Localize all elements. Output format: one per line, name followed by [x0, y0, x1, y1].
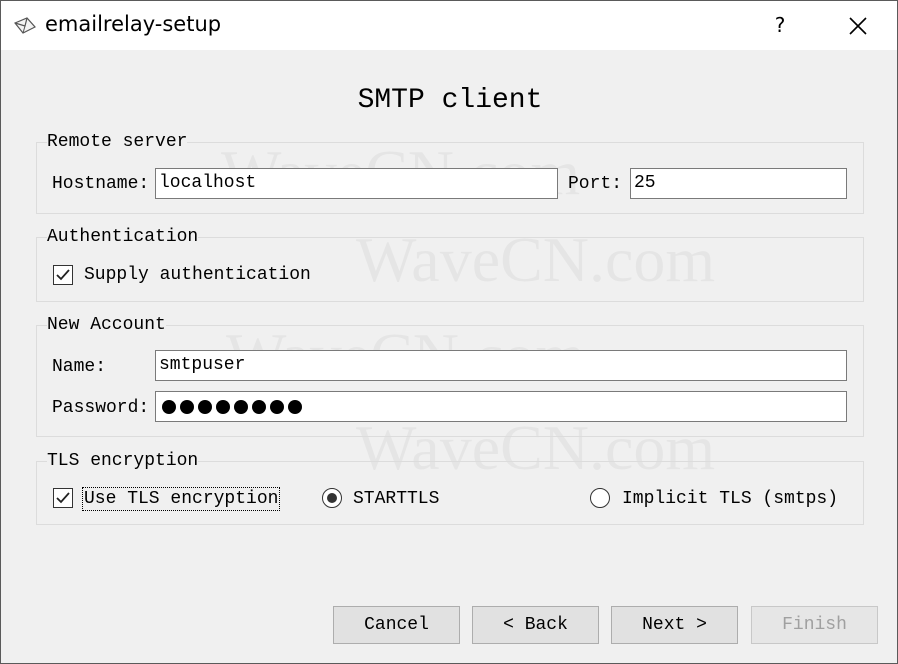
password-mask-dot	[216, 400, 230, 414]
checkmark-icon	[56, 492, 70, 504]
close-button[interactable]	[835, 1, 881, 50]
password-mask-dot	[288, 400, 302, 414]
finish-button[interactable]: Finish	[751, 606, 878, 644]
tls-title: TLS encryption	[47, 451, 199, 471]
title-bar: emailrelay-setup ?	[1, 1, 897, 50]
envelope-icon	[13, 15, 37, 42]
window-title: emailrelay-setup	[45, 12, 222, 36]
password-mask-dot	[234, 400, 248, 414]
back-button[interactable]: < Back	[472, 606, 599, 644]
password-mask-dot	[162, 400, 176, 414]
port-input[interactable]: 25	[630, 168, 847, 199]
implicit-tls-radio[interactable]	[590, 488, 610, 508]
cancel-button[interactable]: Cancel	[333, 606, 460, 644]
next-button[interactable]: Next >	[611, 606, 738, 644]
remote-server-title: Remote server	[47, 132, 188, 152]
use-tls-checkbox[interactable]	[53, 488, 73, 508]
password-label: Password:	[52, 398, 150, 418]
use-tls-label[interactable]: Use TLS encryption	[81, 487, 281, 511]
password-mask-dot	[252, 400, 266, 414]
password-mask-dot	[180, 400, 194, 414]
help-button[interactable]: ?	[759, 1, 801, 50]
name-input[interactable]: smtpuser	[155, 350, 847, 381]
new-account-title: New Account	[47, 315, 166, 335]
authentication-title: Authentication	[47, 227, 199, 247]
starttls-label[interactable]: STARTTLS	[353, 489, 439, 509]
password-mask	[162, 400, 302, 414]
name-label: Name:	[52, 357, 107, 377]
password-mask-dot	[198, 400, 212, 414]
hostname-label: Hostname:	[52, 174, 150, 194]
close-icon	[849, 16, 867, 35]
port-label: Port:	[568, 174, 623, 194]
supply-auth-checkbox[interactable]	[53, 265, 73, 285]
checkmark-icon	[56, 269, 70, 281]
password-mask-dot	[270, 400, 284, 414]
password-input[interactable]	[155, 391, 847, 422]
hostname-input[interactable]: localhost	[155, 168, 558, 199]
starttls-radio[interactable]	[322, 488, 342, 508]
supply-auth-label[interactable]: Supply authentication	[84, 265, 311, 285]
setup-window: emailrelay-setup ? WaveCN.com WaveCN.com…	[0, 0, 898, 664]
page-title: SMTP client	[357, 85, 543, 116]
implicit-tls-label[interactable]: Implicit TLS (smtps)	[622, 489, 838, 509]
